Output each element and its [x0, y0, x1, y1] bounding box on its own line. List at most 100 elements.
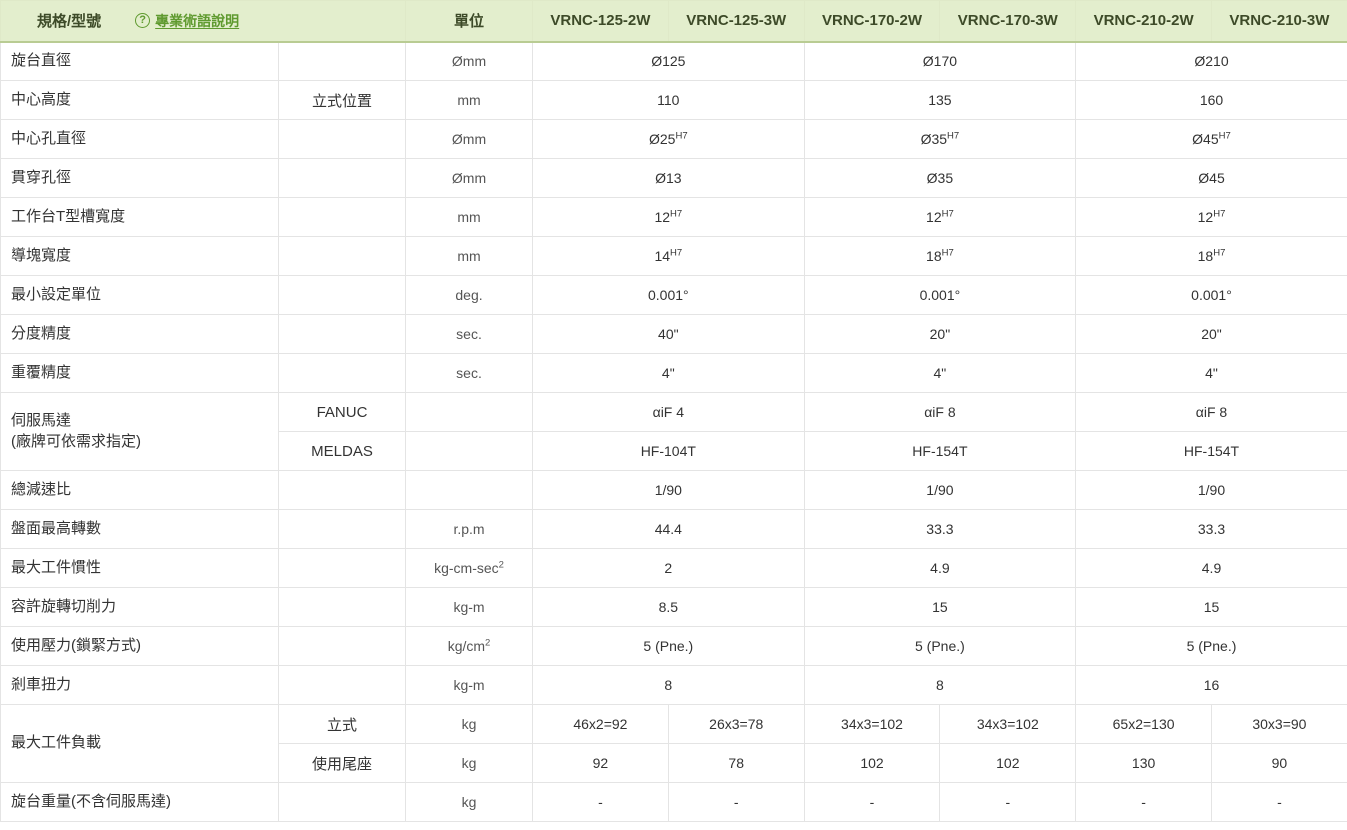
- row-label: 貫穿孔徑: [0, 158, 279, 198]
- row-unit: kg-cm-sec2: [405, 548, 534, 588]
- value-cell: 20": [1075, 314, 1347, 354]
- value-cell: HF-154T: [803, 431, 1077, 471]
- value-cell: 1/90: [803, 470, 1077, 510]
- value-cell: 0.001°: [803, 275, 1077, 315]
- question-circle-icon: ?: [135, 13, 151, 29]
- table-row: 重覆精度 sec. 4" 4" 4": [0, 353, 1347, 393]
- value-cell: 40": [532, 314, 805, 354]
- value-cell: 34x3=102: [803, 704, 941, 744]
- value-cell: 12H7: [532, 197, 805, 237]
- value-cell: Ø45H7: [1075, 119, 1347, 159]
- value-cell: HF-104T: [532, 431, 805, 471]
- specification-table: 規格/型號 ? 專業術語說明 單位 VRNC-125-2W VRNC-125-3…: [0, 0, 1347, 822]
- row-sublabel: 立式: [277, 704, 407, 744]
- value-cell: -: [1211, 782, 1347, 822]
- value-cell: 46x2=92: [532, 704, 669, 744]
- row-label: 最小設定單位: [0, 275, 279, 315]
- row-label: 使用壓力(鎖緊方式): [0, 626, 279, 666]
- value-cell: 4.9: [803, 548, 1077, 588]
- row-sublabel: MELDAS: [277, 431, 407, 471]
- row-unit: Ømm: [405, 41, 534, 81]
- table-row: 貫穿孔徑 Ømm Ø13 Ø35 Ø45: [0, 158, 1347, 198]
- row-sublabel: 立式位置: [277, 80, 407, 120]
- row-sublabel: [277, 587, 407, 627]
- value-cell: Ø210: [1075, 41, 1347, 81]
- table-row: 最小設定單位 deg. 0.001° 0.001° 0.001°: [0, 275, 1347, 315]
- value-cell: 90: [1211, 743, 1347, 783]
- row-unit: kg-m: [405, 587, 534, 627]
- header-model-0: VRNC-125-2W: [532, 0, 669, 43]
- table-row: 分度精度 sec. 40" 20" 20": [0, 314, 1347, 354]
- row-sublabel: [277, 470, 407, 510]
- value-cell: Ø170: [803, 41, 1077, 81]
- value-cell: Ø35: [803, 158, 1077, 198]
- row-unit: sec.: [405, 353, 534, 393]
- row-unit: deg.: [405, 275, 534, 315]
- value-cell: 15: [1075, 587, 1347, 627]
- value-cell: -: [803, 782, 941, 822]
- row-unit: Ømm: [405, 119, 534, 159]
- value-cell: Ø35H7: [803, 119, 1077, 159]
- row-sublabel: [277, 353, 407, 393]
- value-cell: 5 (Pne.): [1075, 626, 1347, 666]
- value-cell: 33.3: [803, 509, 1077, 549]
- value-cell: 8: [532, 665, 805, 705]
- value-cell: 15: [803, 587, 1077, 627]
- row-unit: [405, 431, 534, 471]
- row-sublabel: [277, 782, 407, 822]
- row-sublabel: [277, 314, 407, 354]
- row-unit: mm: [405, 236, 534, 276]
- value-cell: 0.001°: [1075, 275, 1347, 315]
- row-sublabel: [277, 197, 407, 237]
- value-cell: 102: [939, 743, 1077, 783]
- header-row: 規格/型號 ? 專業術語說明 單位 VRNC-125-2W VRNC-125-3…: [0, 0, 1347, 43]
- value-cell: αiF 4: [532, 392, 805, 432]
- value-cell: Ø13: [532, 158, 805, 198]
- value-cell: 12H7: [1075, 197, 1347, 237]
- value-cell: 26x3=78: [667, 704, 805, 744]
- value-cell: 44.4: [532, 509, 805, 549]
- row-unit: kg/cm2: [405, 626, 534, 666]
- row-sublabel: [277, 275, 407, 315]
- row-label: 容許旋轉切削力: [0, 587, 279, 627]
- row-sublabel: [277, 236, 407, 276]
- row-label: 旋台重量(不含伺服馬達): [0, 782, 279, 822]
- table-row: 伺服馬達 (廠牌可依需求指定) FANUC αiF 4 αiF 8 αiF 8: [0, 392, 1347, 471]
- value-cell: 2: [532, 548, 805, 588]
- row-label: 工作台T型槽寬度: [0, 197, 279, 237]
- value-cell: Ø45: [1075, 158, 1347, 198]
- value-cell: 130: [1075, 743, 1212, 783]
- value-cell: 160: [1075, 80, 1347, 120]
- row-unit: kg: [405, 782, 534, 822]
- row-unit: sec.: [405, 314, 534, 354]
- table-header: 規格/型號 ? 專業術語說明 單位 VRNC-125-2W VRNC-125-3…: [0, 0, 1347, 43]
- row-sublabel: [277, 158, 407, 198]
- value-cell: 8: [803, 665, 1077, 705]
- row-label: 最大工件負載: [0, 704, 279, 783]
- glossary-link-label: 專業術語說明: [155, 12, 240, 29]
- value-cell: 4.9: [1075, 548, 1347, 588]
- value-cell: 102: [803, 743, 941, 783]
- value-cell: -: [532, 782, 669, 822]
- value-cell: 5 (Pne.): [803, 626, 1077, 666]
- value-cell: Ø25H7: [532, 119, 805, 159]
- table-row: 盤面最高轉數 r.p.m 44.4 33.3 33.3: [0, 509, 1347, 549]
- table-row: 旋台重量(不含伺服馬達) kg - - - - - -: [0, 782, 1347, 822]
- value-cell: 4": [803, 353, 1077, 393]
- value-cell: αiF 8: [803, 392, 1077, 432]
- header-spec-model: 規格/型號 ? 專業術語說明: [0, 0, 407, 43]
- value-cell: Ø125: [532, 41, 805, 81]
- row-unit: [405, 392, 534, 432]
- value-cell: 110: [532, 80, 805, 120]
- header-model-2: VRNC-170-2W: [803, 0, 941, 43]
- row-sublabel: [277, 119, 407, 159]
- value-cell: 78: [667, 743, 805, 783]
- table-row: 中心高度 立式位置 mm 110 135 160: [0, 80, 1347, 120]
- row-unit: Ømm: [405, 158, 534, 198]
- row-label: 伺服馬達 (廠牌可依需求指定): [0, 392, 279, 471]
- row-label: 旋台直徑: [0, 41, 279, 81]
- row-sublabel: [277, 41, 407, 81]
- row-unit: kg: [405, 704, 534, 744]
- glossary-link[interactable]: ? 專業術語說明: [135, 11, 239, 31]
- row-label: 中心高度: [0, 80, 279, 120]
